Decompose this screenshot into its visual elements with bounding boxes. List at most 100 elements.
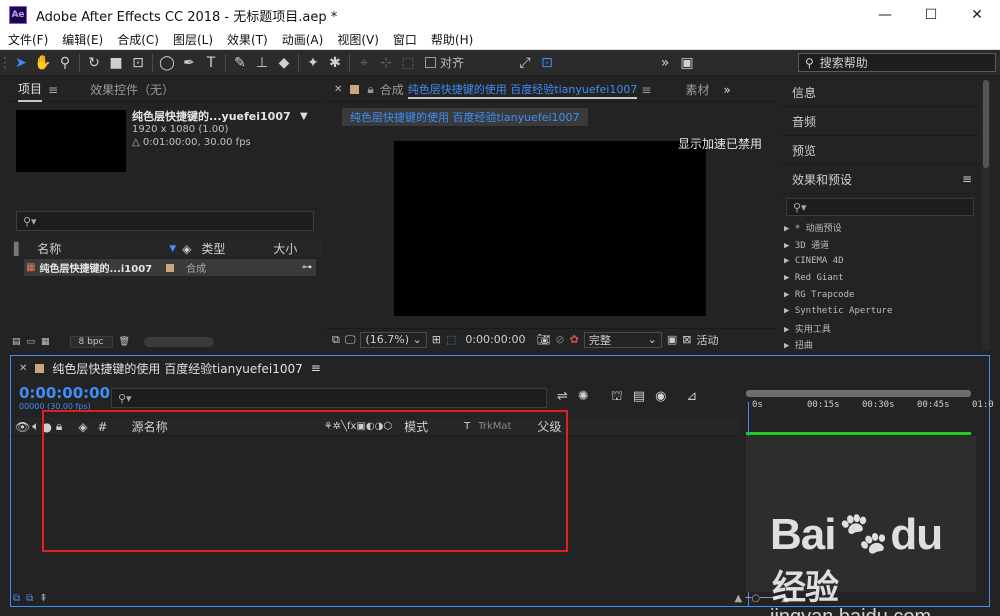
fx-category-rg-trapcode[interactable]: ▶ RG Trapcode xyxy=(780,286,980,303)
motion-blur-icon[interactable]: ◉ xyxy=(655,389,666,406)
close-tab-icon[interactable]: ✕ xyxy=(334,84,342,95)
world-axis-icon[interactable]: ⊹ xyxy=(375,52,397,74)
transparency-grid-icon[interactable]: ⬚ xyxy=(446,333,456,346)
layer-switches-toggle-icon[interactable]: ⧉ xyxy=(13,593,20,604)
panel-overflow-icon[interactable]: » xyxy=(723,83,730,97)
panel-menu-icon[interactable]: ≡ xyxy=(48,83,58,97)
hand-tool-icon[interactable]: ✋ xyxy=(32,52,54,74)
menu-animation[interactable]: 动画(A) xyxy=(274,31,330,48)
align-checkbox[interactable]: 对齐 xyxy=(425,54,464,71)
scrollbar-thumb[interactable] xyxy=(983,80,989,168)
brush-tool-icon[interactable]: ✎ xyxy=(229,52,251,74)
workspace-icon[interactable]: ▣ xyxy=(676,52,698,74)
clone-stamp-tool-icon[interactable]: ⊥ xyxy=(251,52,273,74)
column-size[interactable]: 大小 xyxy=(273,240,297,257)
transfer-controls-toggle-icon[interactable]: ⧉ xyxy=(26,593,33,604)
in-out-toggle-icon[interactable]: ⇞ xyxy=(39,593,47,604)
frame-blending-icon[interactable]: ▤ xyxy=(633,389,645,406)
pan-behind-tool-icon[interactable]: ⊡ xyxy=(127,52,149,74)
tab-timeline-composition[interactable]: 纯色层快捷键的使用 百度经验tianyuefei1007 xyxy=(52,360,302,377)
composition-flow-tab[interactable]: 纯色层快捷键的使用 百度经验tianyuefei1007 xyxy=(342,108,588,126)
ellipse-tool-icon[interactable]: ◯ xyxy=(156,52,178,74)
project-search-input[interactable]: ⚲▾ xyxy=(16,211,314,231)
active-camera-label[interactable]: 活动 xyxy=(696,332,718,348)
right-scrollbar[interactable] xyxy=(982,80,990,350)
monitor-icon[interactable]: 🖵︎ xyxy=(345,333,356,347)
menu-help[interactable]: 帮助(H) xyxy=(423,31,479,48)
footer-scrollbar[interactable] xyxy=(143,337,214,347)
fx-category-utility[interactable]: ▶ 实用工具 xyxy=(780,320,980,337)
label-tag-icon[interactable]: ◈ xyxy=(182,242,191,256)
rotate-tool-icon[interactable]: ↻ xyxy=(83,52,105,74)
effects-search-input[interactable]: ⚲▾ xyxy=(786,198,974,216)
snap-icon[interactable]: ⤢ xyxy=(514,52,536,74)
column-name[interactable]: 名称 xyxy=(37,240,61,257)
item-dropdown-icon[interactable]: ▼ xyxy=(300,111,308,122)
minimize-button[interactable]: — xyxy=(862,0,908,30)
panel-menu-icon[interactable]: ≡ xyxy=(311,361,321,375)
menu-view[interactable]: 视图(V) xyxy=(329,31,385,48)
graph-editor-icon[interactable]: ⊿ xyxy=(686,389,697,406)
search-help-input[interactable]: ⚲ 搜索帮助 xyxy=(798,53,996,72)
tab-effect-controls[interactable]: 效果控件（无） xyxy=(90,81,174,98)
selection-tool-icon[interactable]: ➤ xyxy=(10,52,32,74)
interpret-footage-icon[interactable]: ▤ xyxy=(12,337,21,347)
shy-layers-icon[interactable]: ⛫ xyxy=(611,389,623,406)
video-switch-icon[interactable]: 👁︎ xyxy=(15,420,30,434)
snapshot-camera-icon[interactable]: 📷︎ xyxy=(536,333,550,346)
flowchart-icon[interactable]: ⊶ xyxy=(302,262,312,273)
fx-category-distort[interactable]: ▶ 扭曲 xyxy=(780,337,980,354)
bit-depth-button[interactable]: 8 bpc xyxy=(69,336,113,348)
effects-presets-tab[interactable]: 效果和预设 ≡ xyxy=(780,165,980,194)
eraser-tool-icon[interactable]: ◆ xyxy=(273,52,295,74)
panel-menu-icon[interactable]: ≡ xyxy=(641,83,651,97)
time-navigator-bar[interactable] xyxy=(746,390,971,397)
column-type[interactable]: 类型 xyxy=(201,240,225,257)
menu-edit[interactable]: 编辑(E) xyxy=(54,31,109,48)
menu-file[interactable]: 文件(F) xyxy=(0,31,54,48)
audio-panel-tab[interactable]: 音频 xyxy=(780,107,980,136)
roto-brush-tool-icon[interactable]: ✦ xyxy=(302,52,324,74)
tab-project[interactable]: 项目 xyxy=(18,77,43,102)
sort-chevron-down-icon[interactable]: ▼ xyxy=(169,244,176,254)
project-item-row[interactable]: ▦ 纯色层快捷键的...i1007 合成 ⊶ xyxy=(24,259,316,276)
time-ruler[interactable]: 0s 00:15s 00:30s 00:45s 01:0 xyxy=(746,388,994,440)
fx-category-animation-presets[interactable]: ▶ * 动画预设 xyxy=(780,219,980,236)
menu-window[interactable]: 窗口 xyxy=(385,31,423,48)
close-tab-icon[interactable]: ✕ xyxy=(19,363,27,374)
tab-composition[interactable]: 纯色层快捷键的使用 百度经验tianyuefei1007 xyxy=(407,81,638,99)
maximize-button[interactable]: ☐ xyxy=(908,0,954,30)
new-folder-icon[interactable]: ▭ xyxy=(27,337,36,347)
type-tool-icon[interactable]: T xyxy=(200,52,222,74)
menu-layer[interactable]: 图层(L) xyxy=(165,31,219,48)
show-snapshot-icon[interactable]: ⊘ xyxy=(555,333,564,346)
local-axis-icon[interactable]: ⌖ xyxy=(353,52,375,74)
composition-flowchart-icon[interactable]: ⇌ xyxy=(557,389,568,406)
zoom-tool-icon[interactable]: ⚲ xyxy=(54,52,76,74)
fx-category-3d-channel[interactable]: ▶ 3D 通道 xyxy=(780,236,980,253)
resolution-select[interactable]: 完整 ⌄ xyxy=(583,331,662,348)
new-composition-icon[interactable]: ▦ xyxy=(41,337,50,347)
fx-category-synthetic-aperture[interactable]: ▶ Synthetic Aperture xyxy=(780,303,980,320)
puppet-tool-icon[interactable]: ✱ xyxy=(324,52,346,74)
preview-panel-tab[interactable]: 预览 xyxy=(780,136,980,165)
pen-tool-icon[interactable]: ✒ xyxy=(178,52,200,74)
tab-footage[interactable]: 素材 xyxy=(685,81,709,98)
camera-tool-icon[interactable]: ■ xyxy=(105,52,127,74)
fx-category-red-giant[interactable]: ▶ Red Giant xyxy=(780,269,980,286)
toolbar-overflow-icon[interactable]: » xyxy=(654,52,676,74)
magnification-select[interactable]: (16.7%) ⌄ xyxy=(360,331,427,348)
timeline-current-time[interactable]: 0:00:00:00 xyxy=(19,384,110,402)
timeline-search-input[interactable]: ⚲▾ xyxy=(111,388,547,408)
always-preview-icon[interactable]: ⧉ xyxy=(332,333,340,347)
current-time-display[interactable]: 0:00:00:00 xyxy=(465,333,525,346)
work-area-bar[interactable] xyxy=(746,432,971,435)
snap-grid-icon[interactable]: ⊡ xyxy=(536,52,558,74)
close-button[interactable]: ✕ xyxy=(954,0,1000,30)
toggle-transparency-icon[interactable]: ⊠ xyxy=(682,333,691,346)
lock-icon[interactable]: 🔒︎ xyxy=(367,82,373,97)
draft-3d-icon[interactable]: ✺ xyxy=(578,389,589,406)
menu-effect[interactable]: 效果(T) xyxy=(219,31,274,48)
menu-composition[interactable]: 合成(C) xyxy=(109,31,165,48)
audio-switch-icon[interactable]: 🔈︎ xyxy=(32,419,39,434)
